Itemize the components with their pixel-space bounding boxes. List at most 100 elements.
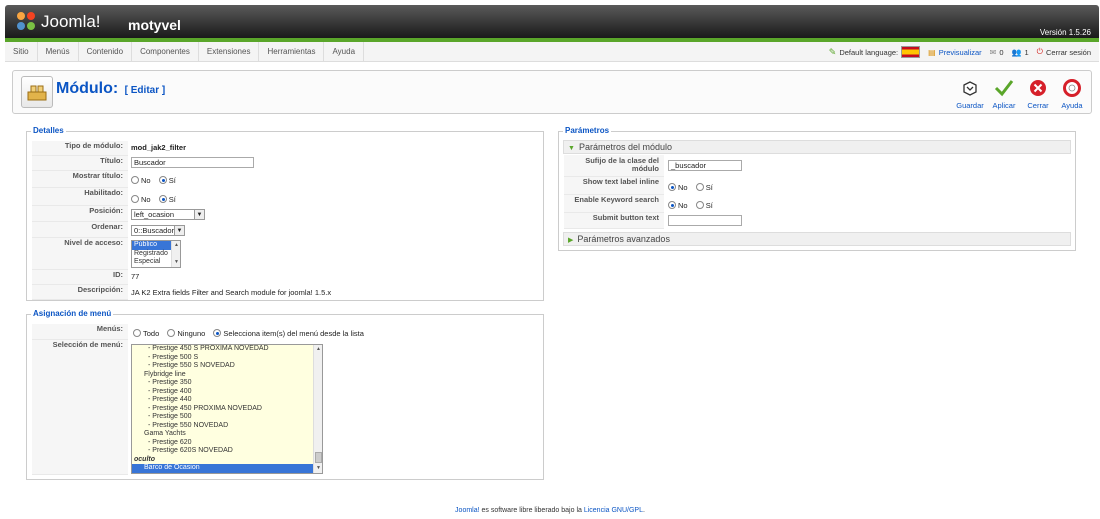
show-text-label: Show text label inline xyxy=(564,177,664,195)
logout-link[interactable]: ⏻ Cerrar sesión xyxy=(1037,47,1091,57)
menu-list-item-selected[interactable]: Barco de Ocasion xyxy=(132,464,313,473)
module-icon xyxy=(21,76,53,108)
menus-row: Menús: Todo Ninguno Selecciona item(s) d… xyxy=(32,324,538,340)
users-count[interactable]: 👥 1 xyxy=(1012,48,1029,57)
default-language: ✎ Default language: xyxy=(828,46,921,58)
menu-item-sitio[interactable]: Sitio xyxy=(5,42,38,62)
menu-list-item[interactable]: Gama Yachts xyxy=(132,430,322,439)
menu-list-item[interactable]: - Prestige 450 S PROXIMA NOVEDAD xyxy=(132,345,322,354)
preview-label[interactable]: Previsualizar xyxy=(939,48,982,57)
license-link[interactable]: Licencia GNU/GPL xyxy=(584,507,643,514)
menus-none-label: Ninguno xyxy=(177,328,206,338)
menu-list-scrollbar[interactable]: ▲ ▼ xyxy=(313,345,322,473)
menu-item-componentes[interactable]: Componentes xyxy=(132,42,199,62)
suffix-input[interactable]: _buscador xyxy=(668,160,742,171)
menus-select-radio[interactable] xyxy=(213,329,222,338)
users-count-value: 1 xyxy=(1024,47,1029,57)
language-icon: ✎ xyxy=(828,46,837,57)
enabled-yes-label: Sí xyxy=(168,194,176,204)
show-title-no-radio[interactable] xyxy=(131,176,139,185)
title-input[interactable]: Buscador xyxy=(131,157,254,168)
menu-list-item[interactable]: - Prestige 620 xyxy=(132,439,322,448)
module-params-title: Parámetros del módulo xyxy=(578,142,672,152)
joomla-logo: Joomla! xyxy=(17,11,101,33)
enabled-no-radio[interactable] xyxy=(131,195,139,204)
menu-list-item[interactable]: - Prestige 550 S NOVEDAD xyxy=(132,362,322,371)
toolbar-buttons: Guardar Aplicar Cerrar Ayuda xyxy=(954,76,1088,110)
menu-assignment-legend: Asignación de menú xyxy=(31,309,114,318)
show-title-yes-radio[interactable] xyxy=(158,176,167,185)
menus-select-label: Selecciona item(s) del menú desde la lis… xyxy=(223,328,364,338)
menus-label: Menús: xyxy=(32,324,128,340)
menu-selection-row: Selección de menú: - Prestige 450 S PROX… xyxy=(32,340,538,475)
apply-button[interactable]: Aplicar xyxy=(988,76,1020,110)
title-row: Título: Buscador xyxy=(32,156,538,171)
order-row: Ordenar: 0::Buscador ▼ xyxy=(32,222,538,238)
messages-count-value: 0 xyxy=(999,47,1004,57)
menus-none-radio[interactable] xyxy=(167,329,176,338)
menu-item-menus[interactable]: Menús xyxy=(38,42,79,62)
title-label: Título: xyxy=(32,156,128,171)
default-language-label: Default language: xyxy=(839,47,899,57)
status-bar: ✎ Default language: ▤ Previsualizar ✉ 0 … xyxy=(829,42,1091,62)
spain-flag-icon xyxy=(901,46,921,58)
access-listbox[interactable]: Público Registrado Especial ▲ ▼ xyxy=(131,240,181,268)
apply-label: Aplicar xyxy=(992,101,1016,110)
menus-all-radio[interactable] xyxy=(133,329,141,338)
id-row: ID: 77 xyxy=(32,270,538,285)
module-type-row: Tipo de módulo: mod_jak2_filter xyxy=(32,141,538,156)
messages-count[interactable]: ✉ 0 xyxy=(990,48,1004,57)
preview-link[interactable]: ▤ Previsualizar xyxy=(928,48,982,57)
module-type-label: Tipo de módulo: xyxy=(32,141,128,156)
menu-item-herramientas[interactable]: Herramientas xyxy=(259,42,325,62)
show-text-yes-label: Sí xyxy=(705,182,713,192)
menu-list-item[interactable]: - Prestige 440 xyxy=(132,396,322,405)
access-scrollbar[interactable]: ▲ ▼ xyxy=(171,241,180,267)
description-value: JA K2 Extra fields Filter and Search mod… xyxy=(131,288,332,297)
menu-list-item[interactable]: - Prestige 620S NOVEDAD xyxy=(132,447,322,456)
access-label: Nivel de acceso: xyxy=(32,238,128,270)
menu-item-contenido[interactable]: Contenido xyxy=(79,42,133,62)
keyword-no-radio[interactable] xyxy=(668,201,676,210)
menu-list-item[interactable]: Flybridge line xyxy=(132,371,322,380)
show-text-yes-radio[interactable] xyxy=(695,183,704,192)
show-text-no-radio[interactable] xyxy=(668,183,676,192)
menu-list-item[interactable]: - Prestige 350 xyxy=(132,379,322,388)
keyword-yes-radio[interactable] xyxy=(695,201,704,210)
advanced-params-header[interactable]: ▶ Parámetros avanzados xyxy=(563,232,1071,246)
menu-list-item[interactable]: - Prestige 550 NOVEDAD xyxy=(132,422,322,431)
show-text-no-label: No xyxy=(678,182,688,192)
menu-item-extensiones[interactable]: Extensiones xyxy=(199,42,260,62)
main-menu-bar: Sitio Menús Contenido Componentes Extens… xyxy=(5,42,1099,62)
menu-item-ayuda[interactable]: Ayuda xyxy=(324,42,365,62)
joomla-link[interactable]: Joomla! xyxy=(455,507,480,514)
menu-selection-listbox[interactable]: - Prestige 450 S PROXIMA NOVEDAD - Prest… xyxy=(131,344,323,474)
position-select[interactable]: left_ocasion ▼ xyxy=(131,209,205,220)
users-icon: 👥 xyxy=(1011,47,1022,57)
help-button[interactable]: Ayuda xyxy=(1056,76,1088,110)
close-button[interactable]: Cerrar xyxy=(1022,76,1054,110)
show-title-yes-label: Sí xyxy=(168,175,176,185)
submit-text-input[interactable] xyxy=(668,215,742,226)
save-button[interactable]: Guardar xyxy=(954,76,986,110)
keyword-row: Enable Keyword search No Sí xyxy=(564,195,1070,213)
id-value: 77 xyxy=(131,272,140,281)
order-label: Ordenar: xyxy=(32,222,128,238)
page-subtitle: [ Editar ] xyxy=(124,85,166,96)
module-params-header[interactable]: ▼ Parámetros del módulo xyxy=(563,140,1071,154)
position-select-value: left_ocasion xyxy=(134,209,175,219)
site-name: motyvel xyxy=(128,17,181,33)
show-title-label: Mostrar título: xyxy=(32,171,128,188)
menu-list-item[interactable]: - Prestige 450 PROXIMA NOVEDAD xyxy=(132,405,322,414)
description-label: Descripción: xyxy=(32,285,128,300)
keyword-yes-label: Sí xyxy=(705,200,713,210)
enabled-yes-radio[interactable] xyxy=(158,195,167,204)
order-select[interactable]: 0::Buscador ▼ xyxy=(131,225,185,236)
menu-list-item[interactable]: - Prestige 500 xyxy=(132,413,322,422)
menu-list-item[interactable]: - Prestige 500 S xyxy=(132,354,322,363)
menu-list-item[interactable]: - Prestige 400 xyxy=(132,388,322,397)
admin-header: Joomla! motyvel Versión 1.5.26 xyxy=(5,5,1099,38)
keyword-no-label: No xyxy=(678,200,688,210)
logout-label[interactable]: Cerrar sesión xyxy=(1046,48,1091,57)
description-row: Descripción: JA K2 Extra fields Filter a… xyxy=(32,285,538,300)
